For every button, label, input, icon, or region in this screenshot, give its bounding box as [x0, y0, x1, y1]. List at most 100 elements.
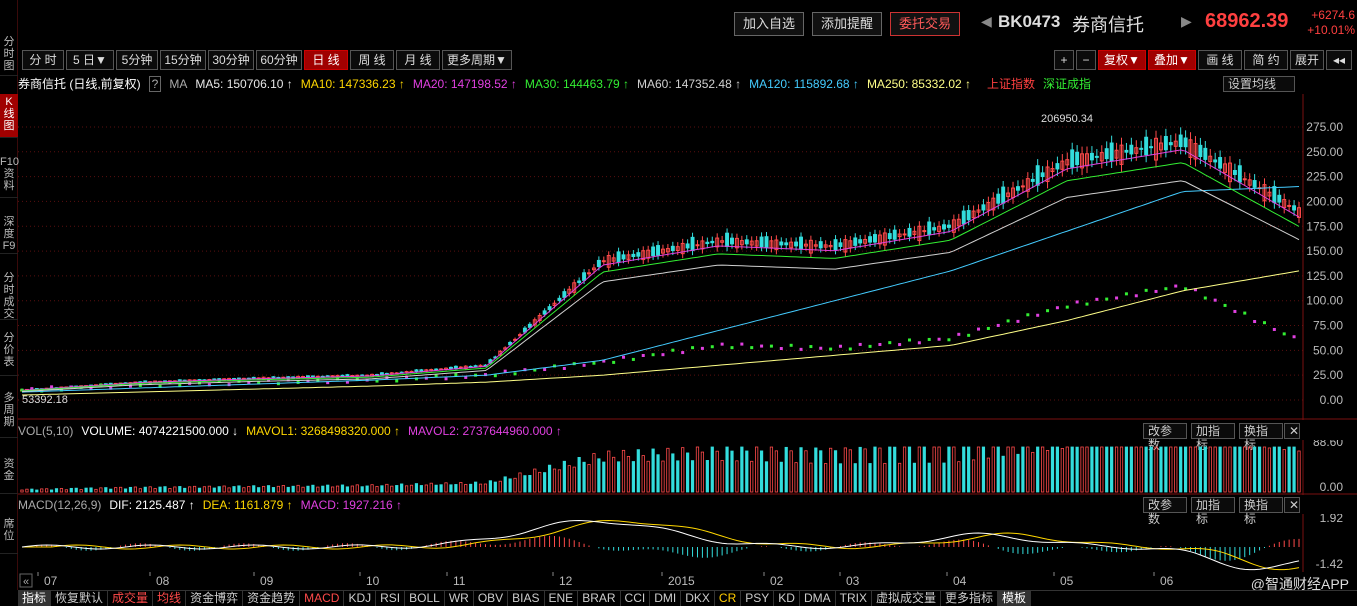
- volume-bar: [69, 487, 73, 493]
- zoom-out-button[interactable]: −: [1076, 50, 1096, 70]
- candle-body: [799, 236, 803, 250]
- vol-button-0[interactable]: 改参数: [1143, 423, 1187, 452]
- index-overlay-point: [986, 326, 990, 330]
- period-15min-button[interactable]: 15分钟: [160, 50, 206, 70]
- volume-bar: [311, 484, 315, 493]
- left-tab-8[interactable]: 席位: [0, 516, 18, 554]
- vol-button-2[interactable]: 换指标: [1239, 423, 1283, 452]
- volume-bar: [873, 446, 877, 493]
- more-periods-button[interactable]: 更多周期▼: [442, 50, 512, 70]
- indicator-tab-18[interactable]: CR: [715, 591, 742, 606]
- period-intraday-button[interactable]: 分 时: [22, 50, 64, 70]
- volume-bar: [1011, 446, 1015, 493]
- volume-bar: [483, 483, 488, 493]
- zoom-in-button[interactable]: +: [1054, 50, 1074, 70]
- indicator-tab-20[interactable]: KD: [774, 591, 800, 606]
- index-overlay-point: [740, 342, 744, 346]
- macd-button-2[interactable]: 换指标: [1239, 497, 1283, 526]
- left-tab-6[interactable]: 多周期: [0, 390, 18, 438]
- period-weekly-button[interactable]: 周 线: [350, 50, 394, 70]
- help-icon[interactable]: ?: [148, 76, 162, 92]
- indicator-tab-17[interactable]: DKX: [681, 591, 715, 606]
- macd-button-0[interactable]: 改参数: [1143, 497, 1187, 526]
- collapse-icon[interactable]: ◂◂: [1326, 50, 1352, 70]
- period-monthly-button[interactable]: 月 线: [396, 50, 440, 70]
- indicator-tab-13[interactable]: ENE: [545, 591, 579, 606]
- left-tab-0[interactable]: 分时图: [0, 34, 18, 76]
- ma-settings-button[interactable]: 设置均线: [1223, 76, 1295, 92]
- vol-tick-label: 0.00: [1320, 480, 1344, 494]
- vol-button-3[interactable]: ✕: [1284, 423, 1300, 439]
- period-30min-button[interactable]: 30分钟: [208, 50, 254, 70]
- indicator-tab-24[interactable]: 更多指标: [941, 591, 998, 606]
- indicator-tab-23[interactable]: 虚拟成交量: [872, 591, 941, 606]
- vol-button-1[interactable]: 加指标: [1191, 423, 1235, 452]
- macd-button-3[interactable]: ✕: [1284, 497, 1300, 513]
- indicator-tab-6[interactable]: MACD: [300, 591, 345, 606]
- time-tick-label: 03: [846, 574, 860, 588]
- volume-bar: [513, 477, 517, 493]
- volume-bar: [853, 463, 857, 493]
- add-favorite-button[interactable]: 加入自选: [734, 12, 805, 36]
- period-daily-button[interactable]: 日 线: [304, 50, 348, 70]
- indicator-tab-16[interactable]: DMI: [650, 591, 682, 606]
- left-tab-5[interactable]: 分价表: [0, 330, 18, 376]
- prev-stock-icon[interactable]: ◀: [981, 13, 992, 30]
- indicator-tab-7[interactable]: KDJ: [344, 591, 377, 606]
- period-5min-button[interactable]: 5分钟: [116, 50, 158, 70]
- indicator-tab-19[interactable]: PSY: [741, 591, 775, 606]
- overlay-shenzhen-label[interactable]: 深证成指: [1043, 77, 1091, 91]
- trade-order-button[interactable]: 委托交易: [890, 12, 961, 36]
- indicator-tab-8[interactable]: RSI: [376, 591, 406, 606]
- left-tab-7[interactable]: 资金: [0, 456, 18, 494]
- index-overlay-point: [1046, 309, 1050, 313]
- left-tab-4[interactable]: 分时成交: [0, 270, 18, 320]
- next-stock-icon[interactable]: ▶: [1181, 13, 1192, 30]
- simple-mode-button[interactable]: 简 约: [1244, 50, 1288, 70]
- indicator-tab-21[interactable]: DMA: [800, 591, 836, 606]
- add-alert-button[interactable]: 添加提醒: [812, 12, 883, 36]
- left-tab-2[interactable]: F10资料: [0, 154, 19, 198]
- expand-button[interactable]: 展开: [1290, 50, 1324, 70]
- candle-body: [730, 237, 734, 245]
- volume-chart[interactable]: 88.60 0.00: [18, 440, 1357, 495]
- volume-bar: [641, 455, 645, 493]
- price-tick-label: 225.00: [1306, 170, 1343, 184]
- volume-bar: [1188, 446, 1193, 493]
- indicator-tab-11[interactable]: OBV: [474, 591, 509, 606]
- indicator-tab-22[interactable]: TRIX: [836, 591, 872, 606]
- macd-chart[interactable]: 1.92 -1.42: [18, 514, 1357, 572]
- indicator-tab-5[interactable]: 资金趋势: [243, 591, 301, 606]
- indicator-tab-9[interactable]: BOLL: [405, 591, 445, 606]
- index-overlay-point: [1203, 296, 1207, 300]
- indicator-tab-3[interactable]: 均线: [153, 591, 187, 606]
- volume-bar: [981, 446, 986, 493]
- volume-bar: [651, 448, 655, 493]
- volume-bar: [419, 485, 423, 493]
- index-overlay-point: [1154, 289, 1158, 293]
- indicator-tab-2[interactable]: 成交量: [108, 591, 154, 606]
- adjust-rights-button[interactable]: 复权▼: [1098, 50, 1146, 70]
- left-tab-3[interactable]: 深度F9: [0, 214, 18, 254]
- indicator-tab-4[interactable]: 资金博弈: [186, 591, 244, 606]
- draw-line-button[interactable]: 画 线: [1198, 50, 1242, 70]
- period-5day-button[interactable]: 5 日▼: [66, 50, 114, 70]
- period-60min-button[interactable]: 60分钟: [256, 50, 302, 70]
- indicator-tab-25[interactable]: 模板: [997, 591, 1031, 606]
- overlay-shanghai-label[interactable]: 上证指数: [987, 77, 1035, 91]
- indicator-tab-10[interactable]: WR: [445, 591, 474, 606]
- indicator-tab-0[interactable]: 指标: [18, 591, 52, 606]
- left-tab-1[interactable]: K线图: [0, 94, 18, 138]
- volume-bar: [952, 446, 956, 493]
- indicator-tab-1[interactable]: 恢复默认: [51, 591, 109, 606]
- candle-body: [1203, 147, 1208, 160]
- price-chart[interactable]: 275.00 250.00 225.00 200.00 175.00 150.00 125.…: [18, 94, 1357, 420]
- indicator-tab-15[interactable]: CCI: [621, 591, 651, 606]
- volume-bar: [104, 487, 108, 493]
- ma-value-5: MA120: 115892.68 ↑: [749, 77, 859, 91]
- overlay-button[interactable]: 叠加▼: [1148, 50, 1196, 70]
- candle-body: [695, 244, 700, 247]
- macd-button-1[interactable]: 加指标: [1191, 497, 1235, 526]
- indicator-tab-14[interactable]: BRAR: [578, 591, 621, 606]
- indicator-tab-12[interactable]: BIAS: [508, 591, 545, 606]
